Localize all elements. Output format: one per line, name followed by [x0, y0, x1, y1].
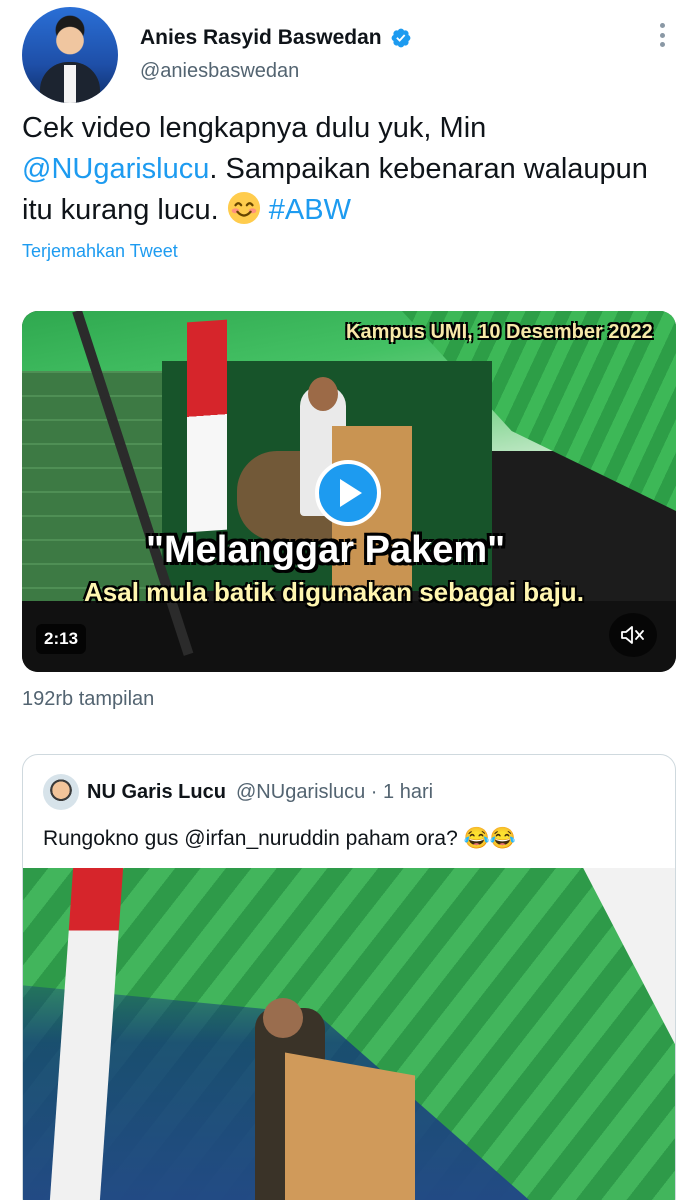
quoted-timestamp: · 1 hari	[370, 781, 434, 803]
avatar-shirt	[64, 65, 76, 103]
view-count: 192rb tampilan	[22, 688, 155, 710]
tweet-text-part1: Cek video lengkapnya dulu yuk, Min	[22, 112, 487, 144]
play-button[interactable]	[315, 460, 381, 526]
quoted-author-handle[interactable]: @NUgarislucu	[236, 781, 365, 803]
author-name[interactable]: Anies Rasyid Baswedan	[140, 26, 382, 50]
hashtag-link[interactable]: #ABW	[269, 194, 351, 226]
smiling-face-emoji	[227, 191, 260, 225]
video-caption-top: Kampus UMI, 10 Desember 2022	[346, 321, 653, 343]
translate-tweet-link[interactable]: Terjemahkan Tweet	[22, 241, 178, 262]
quoted-video[interactable]	[23, 868, 675, 1200]
author-handle[interactable]: @aniesbaswedan	[140, 60, 299, 83]
more-icon[interactable]	[652, 20, 672, 50]
mute-button[interactable]	[609, 613, 657, 657]
quoted-avatar[interactable]	[43, 774, 79, 810]
mute-icon	[621, 626, 644, 644]
video-caption-sub: Asal mula batik digunakan sebagai baju.	[84, 577, 584, 607]
avatar[interactable]	[22, 7, 118, 103]
quoted-handle-time: @NUgarislucu · 1 hari	[236, 781, 433, 804]
tweet-text: Cek video lengkapnya dulu yuk, Min @NUga…	[22, 108, 672, 231]
play-icon	[340, 479, 362, 507]
quoted-author-name[interactable]: NU Garis Lucu	[87, 781, 226, 804]
quoted-tweet[interactable]: NU Garis Lucu @NUgarislucu · 1 hari Rung…	[22, 754, 676, 1200]
video-duration: 2:13	[36, 624, 87, 654]
video-caption-main: "Melanggar Pakem"	[146, 529, 506, 571]
verified-badge-icon	[391, 28, 410, 48]
video-player[interactable]: Kampus UMI, 10 Desember 2022 "Melanggar …	[22, 311, 676, 672]
tweet-header: Anies Rasyid Baswedan @aniesbaswedan	[0, 0, 698, 110]
mention-link[interactable]: @NUgarislucu	[22, 153, 209, 185]
author-name-row[interactable]: Anies Rasyid Baswedan	[140, 26, 412, 50]
quoted-text: Rungokno gus @irfan_nuruddin paham ora? …	[43, 827, 516, 850]
